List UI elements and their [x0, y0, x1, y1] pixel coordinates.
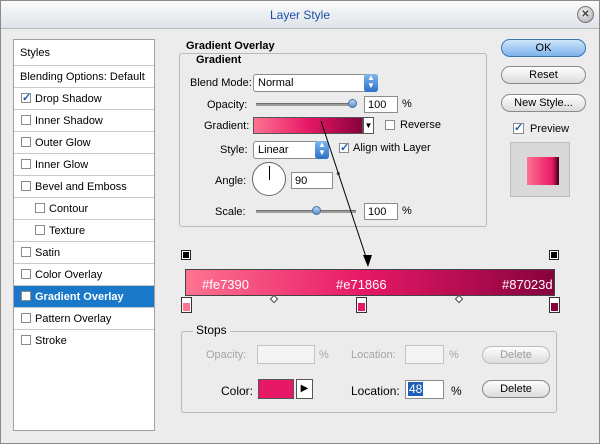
layer-style-dialog: Layer Style ✕ Styles Blending Options: D… [0, 0, 600, 444]
annotation-arrow-icon [320, 120, 372, 267]
